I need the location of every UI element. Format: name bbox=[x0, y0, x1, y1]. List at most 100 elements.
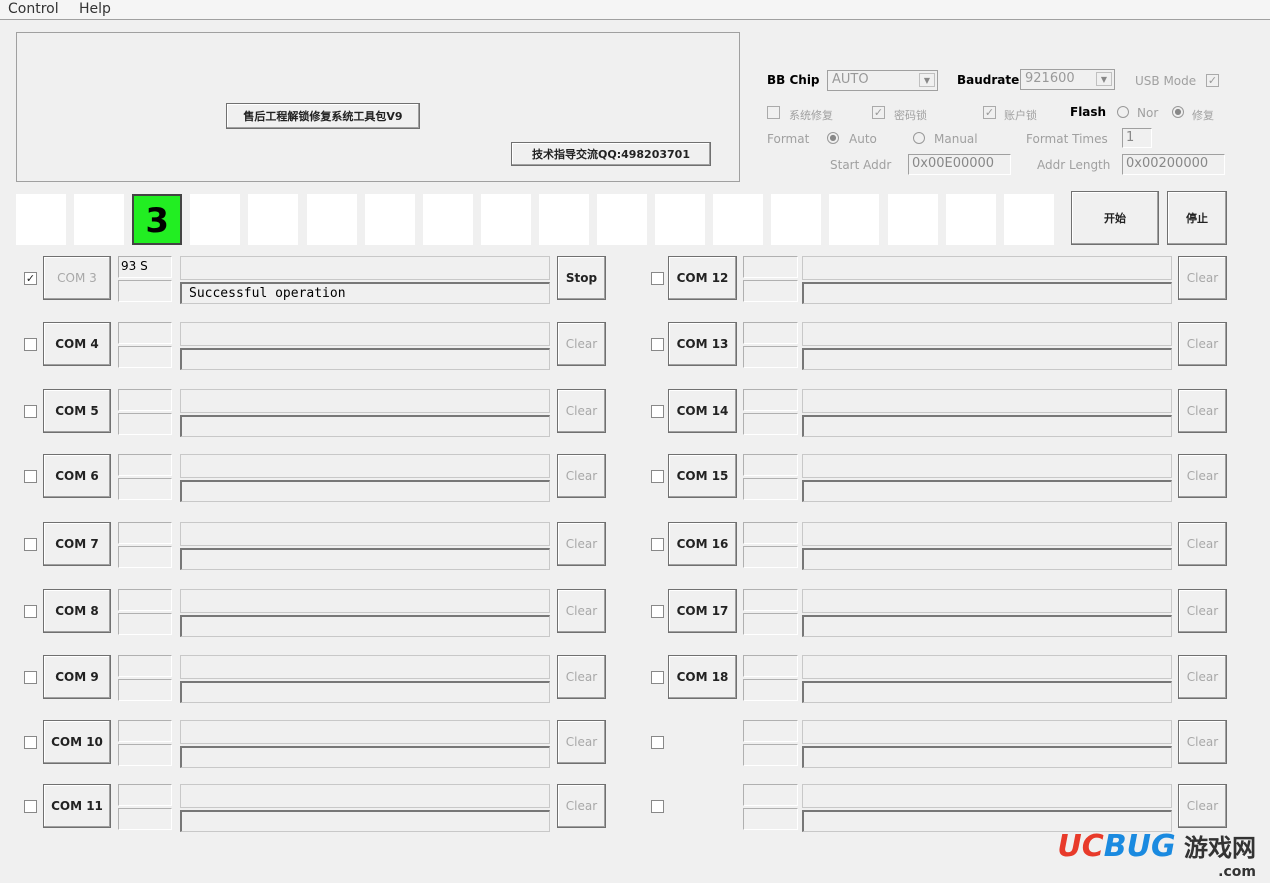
port-aux bbox=[743, 546, 798, 568]
baudrate-select[interactable]: 921600 ▼ bbox=[1020, 69, 1115, 90]
port-status bbox=[180, 480, 550, 502]
port-checkbox[interactable] bbox=[651, 272, 664, 285]
port-checkbox[interactable] bbox=[24, 800, 37, 813]
port-status bbox=[180, 415, 550, 437]
port-status bbox=[802, 348, 1172, 370]
port-progress bbox=[180, 522, 550, 546]
menu-help[interactable]: Help bbox=[79, 0, 111, 18]
com-port-button[interactable]: COM 9 bbox=[43, 655, 111, 699]
com-port-button[interactable]: COM 15 bbox=[668, 454, 737, 498]
format-times-input[interactable]: 1 bbox=[1122, 128, 1152, 148]
com-port-button[interactable]: COM 6 bbox=[43, 454, 111, 498]
port-clear-button[interactable]: Clear bbox=[1178, 256, 1227, 300]
account-lock-checkbox[interactable]: ✓ bbox=[983, 106, 996, 119]
port-clear-button[interactable]: Clear bbox=[1178, 720, 1227, 764]
flash-repair-radio[interactable]: ● bbox=[1172, 106, 1184, 118]
port-clear-button[interactable]: Clear bbox=[1178, 389, 1227, 433]
com-port-button[interactable]: COM 7 bbox=[43, 522, 111, 566]
pwd-lock-checkbox[interactable]: ✓ bbox=[872, 106, 885, 119]
port-status bbox=[180, 615, 550, 637]
com-port-button[interactable]: COM 13 bbox=[668, 322, 737, 366]
port-clear-button[interactable]: Clear bbox=[557, 720, 606, 764]
port-clear-button[interactable]: Clear bbox=[1178, 454, 1227, 498]
addr-length-label: Addr Length bbox=[1037, 158, 1111, 172]
port-clear-button[interactable]: Clear bbox=[1178, 322, 1227, 366]
port-progress bbox=[802, 256, 1172, 280]
com-port-button[interactable]: COM 11 bbox=[43, 784, 111, 828]
format-manual-radio[interactable] bbox=[913, 132, 925, 144]
bb-chip-select[interactable]: AUTO ▼ bbox=[827, 70, 938, 91]
port-checkbox[interactable] bbox=[651, 405, 664, 418]
port-checkbox[interactable] bbox=[651, 800, 664, 813]
port-clear-button[interactable]: Clear bbox=[557, 522, 606, 566]
format-auto-label: Auto bbox=[849, 132, 877, 146]
slot-indicator bbox=[945, 194, 996, 245]
start-addr-input[interactable]: 0x00E00000 bbox=[908, 154, 1011, 175]
slot-indicator: 3 bbox=[132, 194, 183, 245]
stop-all-button[interactable]: 停止 bbox=[1167, 191, 1227, 245]
port-checkbox[interactable] bbox=[24, 338, 37, 351]
com-port-button[interactable]: COM 8 bbox=[43, 589, 111, 633]
com-port-button[interactable]: COM 14 bbox=[668, 389, 737, 433]
usb-mode-checkbox[interactable]: ✓ bbox=[1206, 74, 1219, 87]
com-port-button[interactable]: COM 18 bbox=[668, 655, 737, 699]
port-clear-button[interactable]: Clear bbox=[557, 655, 606, 699]
com-port-button[interactable]: COM 3 bbox=[43, 256, 111, 300]
port-progress bbox=[802, 454, 1172, 478]
com-port-button[interactable]: COM 16 bbox=[668, 522, 737, 566]
port-aux bbox=[118, 744, 172, 766]
port-checkbox[interactable] bbox=[651, 671, 664, 684]
com-port-button[interactable]: COM 10 bbox=[43, 720, 111, 764]
port-progress bbox=[180, 784, 550, 808]
port-aux bbox=[743, 280, 798, 302]
port-checkbox[interactable] bbox=[651, 605, 664, 618]
bb-chip-label: BB Chip bbox=[767, 73, 820, 87]
port-clear-button[interactable]: Clear bbox=[557, 322, 606, 366]
format-auto-radio[interactable]: ● bbox=[827, 132, 839, 144]
baudrate-value: 921600 bbox=[1025, 71, 1075, 86]
port-checkbox[interactable]: ✓ bbox=[24, 272, 37, 285]
port-checkbox[interactable] bbox=[651, 736, 664, 749]
qq-button[interactable]: 技术指导交流QQ:498203701 bbox=[511, 142, 711, 166]
addr-length-input[interactable]: 0x00200000 bbox=[1122, 154, 1225, 175]
port-clear-button[interactable]: Clear bbox=[1178, 655, 1227, 699]
port-checkbox[interactable] bbox=[651, 538, 664, 551]
port-clear-button[interactable]: Clear bbox=[557, 589, 606, 633]
sys-repair-label: 系统修复 bbox=[789, 109, 833, 122]
start-button[interactable]: 开始 bbox=[1071, 191, 1159, 245]
port-checkbox[interactable] bbox=[24, 671, 37, 684]
com-port-button[interactable]: COM 17 bbox=[668, 589, 737, 633]
port-checkbox[interactable] bbox=[651, 338, 664, 351]
flash-nor-radio[interactable] bbox=[1117, 106, 1129, 118]
port-clear-button[interactable]: Clear bbox=[557, 454, 606, 498]
port-checkbox[interactable] bbox=[24, 470, 37, 483]
port-aux bbox=[743, 679, 798, 701]
port-status bbox=[180, 746, 550, 768]
port-time bbox=[118, 720, 172, 742]
port-clear-button[interactable]: Clear bbox=[557, 784, 606, 828]
sys-repair-checkbox[interactable] bbox=[767, 106, 780, 119]
port-status bbox=[802, 480, 1172, 502]
com-port-button[interactable]: COM 12 bbox=[668, 256, 737, 300]
port-checkbox[interactable] bbox=[24, 405, 37, 418]
watermark-logo: UCBUG 游戏网 .com bbox=[1057, 829, 1256, 880]
port-checkbox[interactable] bbox=[24, 605, 37, 618]
menu-control[interactable]: Control bbox=[8, 0, 59, 18]
port-time bbox=[118, 454, 172, 476]
port-stop-button[interactable]: Stop bbox=[557, 256, 606, 300]
com-port-button[interactable]: COM 5 bbox=[43, 389, 111, 433]
port-checkbox[interactable] bbox=[24, 736, 37, 749]
port-clear-button[interactable]: Clear bbox=[1178, 522, 1227, 566]
format-manual-label: Manual bbox=[934, 132, 978, 146]
port-checkbox[interactable] bbox=[24, 538, 37, 551]
title-button[interactable]: 售后工程解锁修复系统工具包V9 bbox=[226, 103, 420, 129]
port-clear-button[interactable]: Clear bbox=[557, 389, 606, 433]
port-clear-button[interactable]: Clear bbox=[1178, 589, 1227, 633]
port-status bbox=[802, 615, 1172, 637]
port-status bbox=[180, 681, 550, 703]
port-clear-button[interactable]: Clear bbox=[1178, 784, 1227, 828]
port-checkbox[interactable] bbox=[651, 470, 664, 483]
com-port-button[interactable]: COM 4 bbox=[43, 322, 111, 366]
port-time bbox=[743, 589, 798, 611]
port-time: 93 S bbox=[118, 256, 172, 278]
